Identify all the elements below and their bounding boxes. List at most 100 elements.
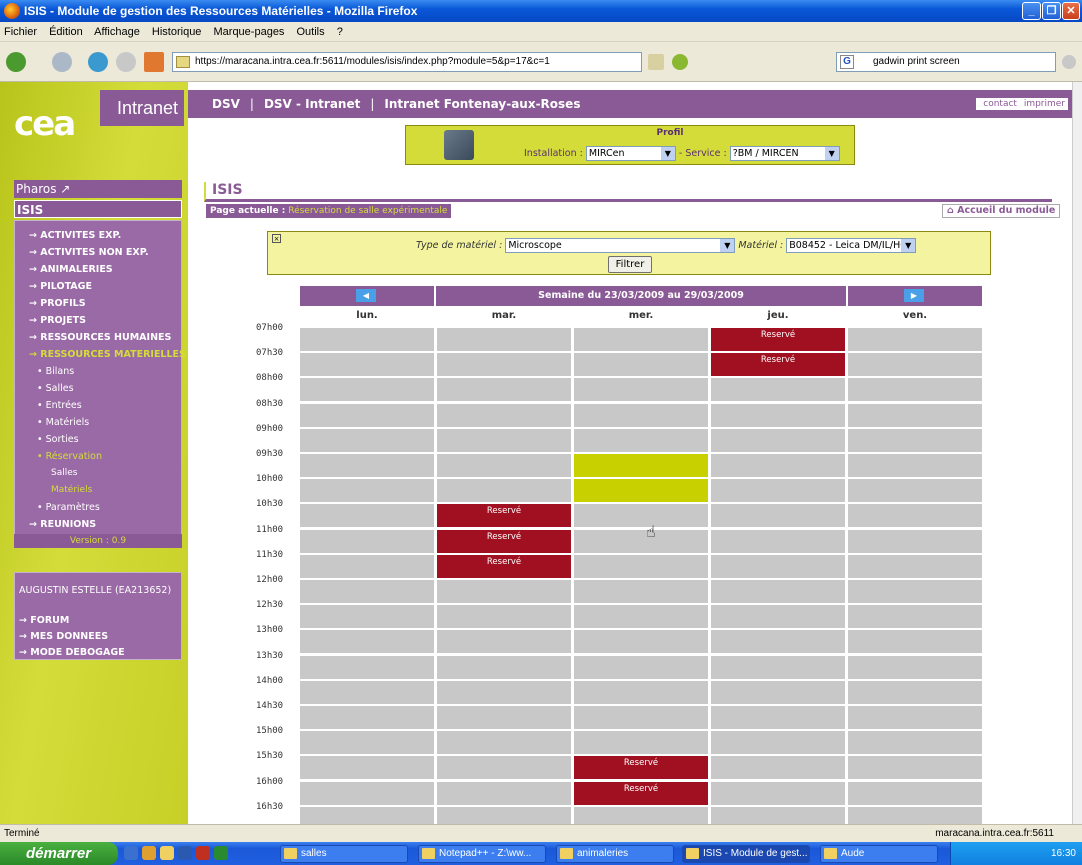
calendar-slot[interactable]: [574, 580, 708, 603]
calendar-slot[interactable]: [711, 605, 845, 629]
calendar-slot[interactable]: [437, 580, 571, 603]
reserved-slot[interactable]: Reservé: [574, 781, 708, 805]
reload-icon[interactable]: [88, 52, 108, 72]
selected-slot[interactable]: [574, 479, 708, 503]
sidebar-item-matériels[interactable]: • Matériels: [15, 414, 181, 431]
calendar-slot[interactable]: [848, 428, 982, 452]
menu-marque-pages[interactable]: Marque-pages: [214, 26, 285, 38]
calendar-slot[interactable]: [711, 479, 845, 503]
sidebar-item-activites-non-exp-[interactable]: → ACTIVITES NON EXP.: [15, 244, 181, 261]
reserved-slot[interactable]: Reservé: [437, 554, 571, 578]
calendar-slot[interactable]: [437, 328, 571, 351]
calendar-slot[interactable]: [437, 756, 571, 780]
sidebar-item-paramètres[interactable]: • Paramètres: [15, 499, 181, 516]
calendar-slot[interactable]: [574, 605, 708, 629]
contact-link[interactable]: contact: [983, 99, 1017, 109]
calendar-slot[interactable]: [300, 554, 434, 578]
go-icon[interactable]: [672, 54, 688, 70]
calendar-slot[interactable]: [300, 655, 434, 679]
sidebar-item-profils[interactable]: → PROFILS: [15, 295, 181, 312]
calendar-slot[interactable]: [437, 605, 571, 629]
calendar-slot[interactable]: [437, 630, 571, 654]
reserved-slot[interactable]: Reservé: [437, 529, 571, 553]
maximize-button[interactable]: ❐: [1042, 2, 1061, 20]
user-menu-mes-donnees[interactable]: → MES DONNEES: [15, 629, 181, 645]
calendar-slot[interactable]: [437, 479, 571, 503]
filtrer-button[interactable]: Filtrer: [608, 256, 652, 273]
collapse-icon[interactable]: ×: [272, 234, 281, 243]
calendar-slot[interactable]: [848, 580, 982, 603]
calendar-slot[interactable]: [300, 706, 434, 729]
calendar-slot[interactable]: [437, 378, 571, 402]
stop-icon[interactable]: [116, 52, 136, 72]
calendar-slot[interactable]: [300, 630, 434, 654]
calendar-slot[interactable]: [437, 655, 571, 679]
menu-affichage[interactable]: Affichage: [94, 26, 140, 38]
calendar-slot[interactable]: [300, 479, 434, 503]
calendar-slot[interactable]: [574, 706, 708, 729]
calendar-slot[interactable]: [848, 655, 982, 679]
calendar-slot[interactable]: [437, 781, 571, 805]
selected-slot[interactable]: [574, 454, 708, 477]
ie-icon[interactable]: [124, 846, 138, 860]
calendar-slot[interactable]: [711, 529, 845, 553]
calendar-slot[interactable]: [711, 504, 845, 528]
calendar-slot[interactable]: [848, 680, 982, 704]
calendar-slot[interactable]: [437, 454, 571, 477]
calendar-slot[interactable]: [437, 403, 571, 427]
calendar-slot[interactable]: [300, 756, 434, 780]
excel-icon[interactable]: [214, 846, 228, 860]
taskbar-task[interactable]: ISIS - Module de gest...: [682, 845, 810, 863]
calendar-slot[interactable]: [711, 756, 845, 780]
calendar-slot[interactable]: [574, 806, 708, 824]
calendar-slot[interactable]: [437, 428, 571, 452]
reserved-slot[interactable]: Reservé: [574, 756, 708, 780]
type-materiel-select[interactable]: Microscope ▼: [505, 238, 736, 253]
installation-select[interactable]: MIRCen ▼: [585, 146, 676, 161]
calendar-slot[interactable]: [711, 630, 845, 654]
back-icon[interactable]: [6, 52, 26, 72]
sidebar-item-salles[interactable]: Salles: [15, 465, 181, 482]
materiel-select[interactable]: B08452 - Leica DM/IL/HC ▼: [786, 238, 917, 253]
sidebar-item-entrées[interactable]: • Entrées: [15, 397, 181, 414]
calendar-slot[interactable]: [848, 403, 982, 427]
close-button[interactable]: ✕: [1062, 2, 1080, 20]
calendar-slot[interactable]: [300, 806, 434, 824]
calendar-slot[interactable]: [300, 731, 434, 755]
user-menu-forum[interactable]: → FORUM: [15, 613, 181, 629]
calendar-slot[interactable]: [574, 655, 708, 679]
sidebar-item-réservation[interactable]: • Réservation: [15, 448, 181, 465]
calendar-slot[interactable]: [300, 605, 434, 629]
reserved-slot[interactable]: Reservé: [711, 328, 845, 351]
intranet-label[interactable]: Intranet: [100, 90, 184, 126]
calendar-slot[interactable]: [300, 529, 434, 553]
calendar-slot[interactable]: [574, 504, 708, 528]
folder-quick-icon[interactable]: [160, 846, 174, 860]
user-menu-mode-debogage[interactable]: → MODE DEBOGAGE: [15, 645, 181, 661]
calendar-slot[interactable]: [711, 806, 845, 824]
calendar-slot[interactable]: [300, 680, 434, 704]
menu-historique[interactable]: Historique: [152, 26, 202, 38]
calendar-slot[interactable]: [574, 731, 708, 755]
calendar-slot[interactable]: [574, 554, 708, 578]
calendar-slot[interactable]: [300, 353, 434, 377]
calendar-slot[interactable]: [848, 328, 982, 351]
calendar-slot[interactable]: [848, 554, 982, 578]
topnav-fontenay[interactable]: Intranet Fontenay-aux-Roses: [384, 97, 580, 111]
firefox-quick-icon[interactable]: [142, 846, 156, 860]
topnav-dsv[interactable]: DSV: [212, 97, 240, 111]
calendar-slot[interactable]: [437, 353, 571, 377]
vertical-scrollbar[interactable]: [1072, 82, 1082, 824]
sidebar-item-ressources-humaines[interactable]: → RESSOURCES HUMAINES: [15, 329, 181, 346]
taskbar-task[interactable]: Aude: [820, 845, 938, 863]
powerpoint-icon[interactable]: [196, 846, 210, 860]
minimize-button[interactable]: _: [1022, 2, 1041, 20]
calendar-slot[interactable]: [711, 781, 845, 805]
calendar-slot[interactable]: [300, 403, 434, 427]
calendar-slot[interactable]: [711, 428, 845, 452]
home-icon[interactable]: [144, 52, 164, 72]
sidebar-item-reunions[interactable]: → REUNIONS: [15, 516, 181, 533]
menu-help[interactable]: ?: [337, 26, 343, 38]
accueil-module-link[interactable]: ⌂ Accueil du module: [942, 204, 1061, 218]
forward-icon[interactable]: [52, 52, 72, 72]
